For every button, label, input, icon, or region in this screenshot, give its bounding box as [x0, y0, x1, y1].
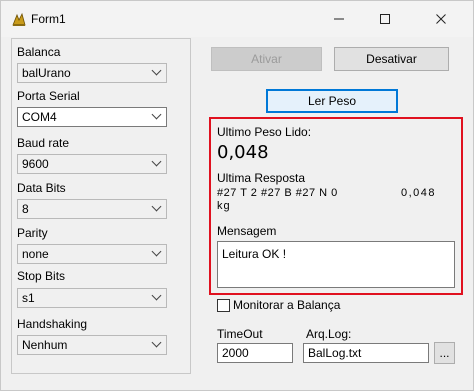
- chevron-down-icon: [151, 65, 162, 76]
- handshaking-select[interactable]: Nenhum: [17, 335, 167, 355]
- ler-peso-button[interactable]: Ler Peso: [266, 89, 398, 113]
- app-icon: [12, 12, 26, 26]
- chevron-down-icon: [151, 156, 162, 167]
- maximize-icon: [380, 14, 390, 24]
- chevron-down-icon: [151, 290, 162, 301]
- arqlog-label: Arq.Log:: [306, 327, 352, 341]
- monitorar-checkbox[interactable]: [217, 299, 230, 312]
- arqlog-input[interactable]: BalLog.txt: [303, 343, 429, 363]
- porta-serial-select[interactable]: COM4: [17, 107, 167, 127]
- handshaking-label: Handshaking: [17, 317, 88, 331]
- mensagem-value: Leitura OK !: [222, 247, 287, 261]
- title-bar: Form1: [1, 1, 473, 37]
- ultima-resposta-label: Ultima Resposta: [217, 171, 306, 185]
- chevron-down-icon: [151, 109, 162, 120]
- data-bits-select[interactable]: 8: [17, 199, 167, 219]
- stop-bits-select[interactable]: s1: [17, 288, 167, 308]
- handshaking-value: Nenhum: [22, 338, 68, 352]
- parity-value: none: [22, 247, 49, 261]
- minimize-icon: [334, 18, 344, 20]
- baud-rate-select[interactable]: 9600: [17, 154, 167, 174]
- chevron-down-icon: [151, 201, 162, 212]
- chevron-down-icon: [151, 337, 162, 348]
- chevron-down-icon: [151, 246, 162, 257]
- ultima-resposta-value: 0,048: [401, 187, 437, 199]
- baud-rate-value: 9600: [22, 157, 49, 171]
- ultimo-peso-label: Ultimo Peso Lido:: [217, 125, 312, 139]
- form1-window: Form1 Balanca balUrano Porta Serial COM4…: [0, 0, 474, 391]
- timeout-label: TimeOut: [217, 327, 263, 341]
- data-bits-value: 8: [22, 202, 29, 216]
- porta-serial-label: Porta Serial: [17, 89, 80, 103]
- mensagem-label: Mensagem: [217, 224, 277, 238]
- baud-rate-label: Baud rate: [17, 136, 70, 150]
- minimize-button[interactable]: [317, 1, 361, 37]
- close-button[interactable]: [419, 1, 463, 37]
- window-title: Form1: [31, 12, 66, 26]
- stop-bits-label: Stop Bits: [17, 269, 66, 283]
- monitorar-label[interactable]: Monitorar a Balança: [233, 298, 340, 312]
- ultima-resposta-line1: #27 T 2 #27 B #27 N 0: [217, 187, 338, 199]
- mensagem-textbox[interactable]: Leitura OK !: [217, 241, 455, 288]
- data-bits-label: Data Bits: [17, 181, 66, 195]
- timeout-value: 2000: [222, 346, 249, 360]
- timeout-input[interactable]: 2000: [217, 343, 293, 363]
- balanca-value: balUrano: [22, 66, 71, 80]
- desativar-button[interactable]: Desativar: [334, 47, 449, 71]
- ultima-resposta-line2: kg: [217, 200, 231, 212]
- browse-button[interactable]: ...: [434, 342, 455, 364]
- stop-bits-value: s1: [22, 291, 35, 305]
- ativar-button[interactable]: Ativar: [211, 47, 322, 71]
- ultimo-peso-value: 0,048: [217, 142, 269, 163]
- maximize-button[interactable]: [363, 1, 407, 37]
- balanca-label: Balanca: [17, 45, 61, 59]
- balanca-select[interactable]: balUrano: [17, 63, 167, 83]
- arqlog-value: BalLog.txt: [308, 346, 362, 360]
- parity-select[interactable]: none: [17, 244, 167, 264]
- parity-label: Parity: [17, 226, 48, 240]
- close-icon: [436, 14, 446, 24]
- porta-serial-value: COM4: [22, 110, 57, 124]
